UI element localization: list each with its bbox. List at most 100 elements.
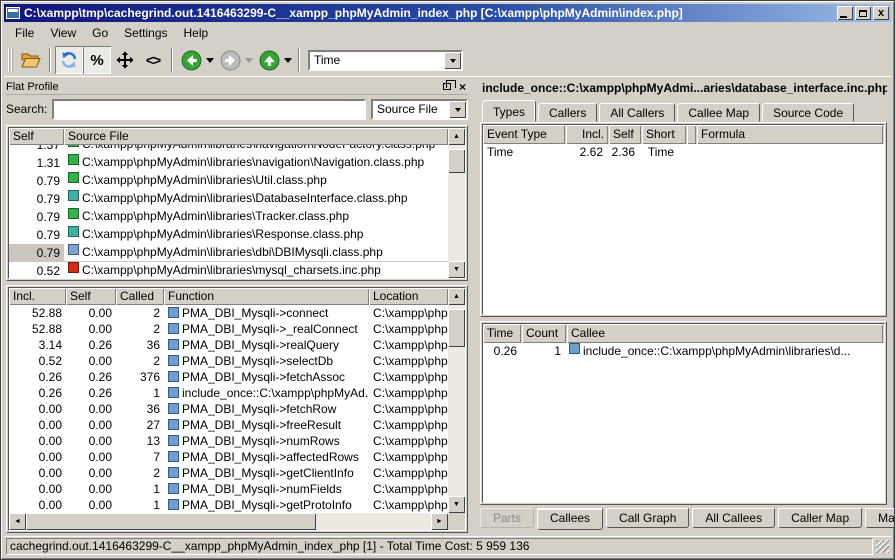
open-file-button[interactable] [17, 46, 45, 74]
list-item[interactable]: 1.31 C:\xampp\phpMyAdmin\libraries\navig… [9, 154, 448, 172]
list-item[interactable]: 0.79 C:\xampp\phpMyAdmin\libraries\Track… [9, 208, 448, 226]
source-file-cell: C:\xampp\phpMyAdmin\libraries\Response.c… [64, 226, 448, 243]
function-icon [168, 451, 179, 462]
column-header-self[interactable]: Self [9, 128, 64, 145]
dock-titlebar[interactable]: Flat Profile × [6, 79, 468, 95]
scroll-up-button[interactable]: ▲ [448, 128, 465, 145]
table-row[interactable]: 0.26 0.26 376 PMA_DBI_Mysqli->fetchAssoc… [9, 369, 448, 385]
close-icon: x [878, 8, 884, 18]
table-row[interactable]: 0.26 0.26 1 include_once::C:\xampp\phpMy… [9, 385, 448, 401]
table-row[interactable]: 3.14 0.26 36 PMA_DBI_Mysqli->realQuery C… [9, 337, 448, 353]
event-type-select[interactable]: Time [308, 50, 463, 71]
menu-item[interactable]: Settings [116, 24, 175, 42]
column-header-called[interactable]: Called [116, 288, 164, 305]
combo-dropdown-button[interactable] [449, 101, 466, 118]
close-button[interactable]: x [873, 6, 889, 20]
list-item[interactable]: 1.37 C:\xampp\phpMyAdmin\libraries\navig… [9, 145, 448, 154]
dock-float-icon[interactable] [443, 83, 451, 90]
up-dropdown[interactable] [283, 53, 292, 67]
scroll-left-button[interactable]: ◄ [9, 513, 26, 530]
column-header-self[interactable]: Self [66, 288, 116, 305]
tab[interactable]: Machine [865, 508, 895, 528]
shorten-templates-button[interactable]: <> [139, 46, 167, 74]
tab[interactable]: Callers [538, 103, 597, 122]
table-row[interactable]: 0.26 1 include_once::C:\xampp\phpMyAdmin… [483, 343, 884, 360]
scroll-down-button[interactable]: ▼ [448, 261, 465, 278]
incl-value: 0.00 [39, 402, 62, 416]
scroll-down-button[interactable]: ▼ [448, 496, 465, 513]
menu-item[interactable]: Go [84, 24, 116, 42]
scroll-up-button[interactable]: ▲ [448, 288, 465, 305]
column-header-incl[interactable]: Incl. [9, 288, 66, 305]
menu-item[interactable]: View [42, 24, 84, 42]
column-header-location[interactable]: Location [369, 288, 448, 305]
self-value: 0.79 [9, 190, 64, 208]
list-item[interactable]: 0.79 C:\xampp\phpMyAdmin\libraries\dbi\D… [9, 244, 448, 262]
tab[interactable]: Call Graph [606, 508, 689, 528]
menu-item[interactable]: Help [176, 24, 217, 42]
menu-item[interactable]: File [7, 24, 42, 42]
relative-to-parent-button[interactable] [111, 46, 139, 74]
back-button[interactable] [177, 46, 205, 74]
column-header-event-type[interactable]: Event Type [483, 125, 565, 144]
search-input[interactable] [52, 99, 366, 120]
back-dropdown[interactable] [205, 53, 214, 67]
relative-cost-button[interactable]: % [83, 46, 111, 74]
scrollbar-thumb[interactable] [26, 513, 316, 530]
list-item[interactable]: 0.52 C:\xampp\phpMyAdmin\libraries\mysql… [9, 262, 448, 278]
tab[interactable]: Source Code [762, 103, 854, 122]
table-row[interactable]: 0.00 0.00 36 PMA_DBI_Mysqli->fetchRow C:… [9, 401, 448, 417]
list-item[interactable]: 0.79 C:\xampp\phpMyAdmin\libraries\Util.… [9, 172, 448, 190]
search-row: Search: Source File [6, 97, 468, 121]
column-header-function[interactable]: Function [164, 288, 369, 305]
table-row[interactable]: 52.88 0.00 2 PMA_DBI_Mysqli->connect C:\… [9, 305, 448, 321]
table-row[interactable]: 0.52 0.00 2 PMA_DBI_Mysqli->selectDb C:\… [9, 353, 448, 369]
table-row[interactable]: 0.00 0.00 1 PMA_DBI_Mysqli->numFields C:… [9, 481, 448, 497]
window-titlebar[interactable]: C:\xampp\tmp\cachegrind.out.1416463299-C… [4, 4, 891, 22]
column-header-incl[interactable]: Incl. [566, 125, 608, 144]
location-value: C:\xampp\phpMy. [369, 497, 448, 513]
cycle-detection-button[interactable] [55, 46, 83, 74]
table-row[interactable]: 0.00 0.00 7 PMA_DBI_Mysqli->affectedRows… [9, 449, 448, 465]
tab[interactable]: All Callees [692, 508, 775, 528]
column-header-blank[interactable] [687, 125, 696, 144]
incl-cell: 0.26 [9, 385, 66, 401]
table-row[interactable]: Time 2.62 2.36 Time [483, 144, 884, 161]
tab[interactable]: Caller Map [778, 508, 862, 528]
resize-grip[interactable] [876, 540, 889, 553]
table-row[interactable]: 0.00 0.00 2 PMA_DBI_Mysqli->getClientInf… [9, 465, 448, 481]
table-row[interactable]: 0.00 0.00 13 PMA_DBI_Mysqli->numRows C:\… [9, 433, 448, 449]
table-row[interactable]: 0.00 0.00 27 PMA_DBI_Mysqli->freeResult … [9, 417, 448, 433]
tab[interactable]: Types [482, 100, 536, 122]
combo-dropdown-button[interactable] [444, 52, 461, 69]
tab[interactable]: Parts [480, 508, 534, 528]
column-header-formula[interactable]: Formula [697, 125, 883, 144]
horizontal-scrollbar[interactable]: ◄ ► [9, 513, 448, 530]
function-name: PMA_DBI_Mysqli->fetchRow [182, 402, 336, 416]
column-header-source-file[interactable]: Source File [64, 128, 448, 145]
tab[interactable]: Callees [537, 508, 603, 530]
vertical-scrollbar[interactable]: ▲ ▼ [448, 128, 465, 278]
dock-close-icon[interactable]: × [459, 82, 466, 92]
maximize-button[interactable] [855, 6, 871, 20]
list-item[interactable]: 0.79 C:\xampp\phpMyAdmin\libraries\Datab… [9, 190, 448, 208]
location-value: C:\xampp\phpMy. [369, 337, 448, 354]
toolbar-handle[interactable] [8, 48, 13, 72]
tab[interactable]: All Callers [599, 103, 675, 122]
table-row[interactable]: 52.88 0.00 2 PMA_DBI_Mysqli->_realConnec… [9, 321, 448, 337]
column-header-short[interactable]: Short [642, 125, 686, 144]
list-item[interactable]: 0.79 C:\xampp\phpMyAdmin\libraries\Respo… [9, 226, 448, 244]
tab[interactable]: Callee Map [677, 103, 760, 122]
scroll-right-button[interactable]: ► [431, 513, 448, 530]
scrollbar-thumb[interactable] [448, 309, 465, 347]
minimize-button[interactable] [837, 6, 853, 20]
vertical-scrollbar[interactable]: ▲ ▼ [448, 288, 465, 513]
column-header-self[interactable]: Self [609, 125, 641, 144]
column-header-callee[interactable]: Callee [567, 324, 883, 343]
column-header-time[interactable]: Time [483, 324, 521, 343]
column-header-count[interactable]: Count [522, 324, 566, 343]
up-button[interactable] [255, 46, 283, 74]
group-select[interactable]: Source File [371, 99, 468, 120]
scrollbar-thumb[interactable] [448, 149, 465, 173]
table-row[interactable]: 0.00 0.00 1 PMA_DBI_Mysqli->getProtoInfo… [9, 497, 448, 513]
